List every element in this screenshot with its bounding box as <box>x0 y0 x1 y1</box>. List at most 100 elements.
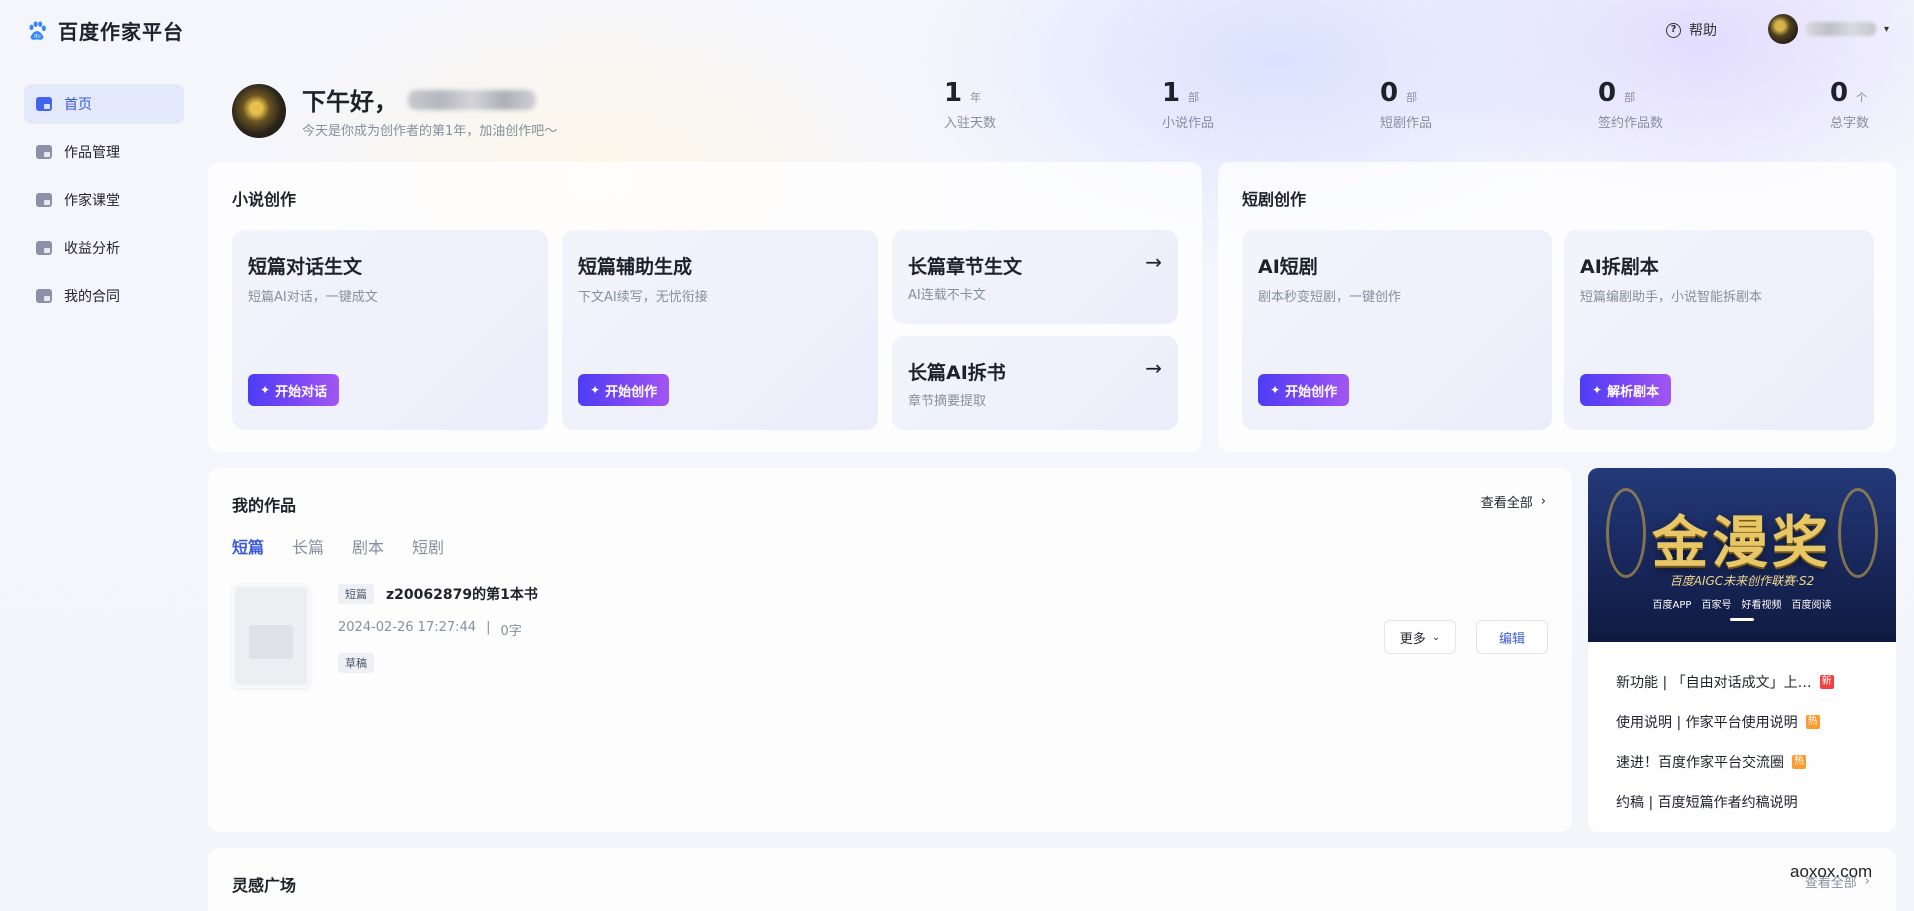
arrow-right-icon: → <box>1145 356 1162 380</box>
card-short-dialogue[interactable]: 短篇对话生文 短篇AI对话，一键成文 ✦ 开始对话 <box>232 230 548 430</box>
avatar <box>1768 14 1798 44</box>
novel-creation-panel: 小说创作 短篇对话生文 短篇AI对话，一键成文 ✦ 开始对话 短篇辅助生成 下文… <box>208 162 1202 452</box>
panel-title: 短剧创作 <box>1242 190 1307 209</box>
button-label: 开始创作 <box>1285 384 1338 400</box>
sidebar-item-income[interactable]: 收益分析 <box>24 228 184 268</box>
arrow-right-icon: → <box>1145 250 1162 274</box>
image-placeholder-icon <box>249 625 293 659</box>
promo-banner[interactable]: 金漫奖 百度AIGC未来创作联赛·S2 百度APP 百家号 好看视频 百度阅读 <box>1588 468 1896 642</box>
drama-creation-panel: 短剧创作 AI短剧 剧本秒变短剧，一键创作 ✦ 开始创作 AI拆剧本 短篇编剧助… <box>1218 162 1896 452</box>
money-bag-icon <box>36 241 52 255</box>
stat-dramas: 0部 短剧作品 <box>1380 78 1432 131</box>
news-item[interactable]: 速进！百度作家平台交流圈 热 <box>1616 752 1806 772</box>
start-create-button[interactable]: ✦ 开始创作 <box>578 374 670 406</box>
banner-title: 金漫奖 <box>1652 510 1832 576</box>
card-desc: 短篇编剧助手，小说智能拆剧本 <box>1580 290 1763 305</box>
tab-drama[interactable]: 短剧 <box>412 534 444 558</box>
my-works-panel: 我的作品 查看全部 › 短篇 长篇 剧本 短剧 短篇 z20062879的第1本… <box>208 468 1572 832</box>
works-tabs: 短篇 长篇 剧本 短剧 <box>232 534 444 558</box>
new-badge: 新 <box>1819 675 1834 689</box>
card-title: 短篇对话生文 <box>248 256 363 278</box>
parse-script-button[interactable]: ✦ 解析剧本 <box>1580 374 1672 406</box>
carousel-indicator[interactable] <box>1730 618 1754 621</box>
card-title: 长篇AI拆书 <box>908 362 1006 384</box>
tab-long[interactable]: 长篇 <box>292 534 324 558</box>
stat-value: 0 <box>1830 78 1849 108</box>
sidebar-item-label: 作品管理 <box>64 145 120 161</box>
edit-button[interactable]: 编辑 <box>1476 620 1548 654</box>
stat-value: 1 <box>944 78 963 108</box>
work-meta: 2024-02-26 17:27:44 | 0字 <box>338 620 522 639</box>
more-button[interactable]: 更多 ⌄ <box>1384 620 1456 654</box>
work-type-tag: 短篇 <box>338 584 374 604</box>
card-long-split[interactable]: 长篇AI拆书 章节摘要提取 → <box>892 336 1178 430</box>
sidebar-item-classroom[interactable]: 作家课堂 <box>24 180 184 220</box>
card-title: AI拆剧本 <box>1580 256 1659 278</box>
card-long-chapter[interactable]: 长篇章节生文 AI连载不卡文 → <box>892 230 1178 324</box>
status-badge: 草稿 <box>338 653 374 673</box>
username-blurred <box>408 89 536 110</box>
sidebar-item-home[interactable]: 首页 <box>24 84 184 124</box>
stat-words: 0个 总字数 <box>1830 78 1869 131</box>
stat-value: 0 <box>1598 78 1617 108</box>
book-cover[interactable] <box>232 584 310 688</box>
brand-logo[interactable]: du 百度作家平台 <box>26 16 184 45</box>
button-label: 开始对话 <box>275 384 328 400</box>
chevron-down-icon: ⌄ <box>1431 631 1441 643</box>
stat-unit: 个 <box>1856 91 1868 104</box>
work-words: 0字 <box>500 624 522 639</box>
more-label: 更多 <box>1399 631 1426 647</box>
news-item[interactable]: 使用说明 | 作家平台使用说明 热 <box>1616 712 1820 732</box>
card-desc: 章节摘要提取 <box>908 394 987 409</box>
start-dialogue-button[interactable]: ✦ 开始对话 <box>248 374 340 406</box>
news-item[interactable]: 新功能 | 「自由对话成文」上… 新 <box>1616 672 1834 692</box>
sparkle-icon: ✦ <box>590 383 601 397</box>
stat-unit: 年 <box>970 91 982 104</box>
sidebar-item-label: 作家课堂 <box>64 193 120 209</box>
question-icon: ? <box>1666 22 1681 38</box>
stat-label: 总字数 <box>1830 116 1870 131</box>
card-ai-script[interactable]: AI拆剧本 短篇编剧助手，小说智能拆剧本 ✦ 解析剧本 <box>1564 230 1874 430</box>
document-icon <box>36 145 52 159</box>
sidebar-item-label: 我的合同 <box>64 289 120 305</box>
classroom-icon <box>36 193 52 207</box>
panel-title: 灵感广场 <box>232 876 297 895</box>
stat-signed: 0部 签约作品数 <box>1598 78 1663 131</box>
profile-avatar[interactable] <box>232 84 286 138</box>
username-blurred <box>1806 22 1876 36</box>
card-ai-drama[interactable]: AI短剧 剧本秒变短剧，一键创作 ✦ 开始创作 <box>1242 230 1552 430</box>
news-item[interactable]: 约稿 | 百度短篇作者约稿说明 <box>1616 792 1798 812</box>
stat-label: 短剧作品 <box>1380 116 1433 131</box>
contract-icon <box>36 289 52 303</box>
stat-label: 签约作品数 <box>1598 116 1664 131</box>
tab-script[interactable]: 剧本 <box>352 534 384 558</box>
news-text: 速进！百度作家平台交流圈 <box>1616 755 1784 771</box>
partner-logo: 好看视频 <box>1741 600 1782 611</box>
stat-novels: 1部 小说作品 <box>1162 78 1214 131</box>
user-menu[interactable]: ▾ <box>1768 14 1889 44</box>
card-desc: AI连载不卡文 <box>908 288 986 303</box>
sidebar-item-works[interactable]: 作品管理 <box>24 132 184 172</box>
svg-text:du: du <box>34 33 41 39</box>
sparkle-icon: ✦ <box>260 383 271 397</box>
button-label: 解析剧本 <box>1607 384 1660 400</box>
work-date: 2024-02-26 17:27:44 <box>338 620 477 635</box>
card-short-assist[interactable]: 短篇辅助生成 下文AI续写，无忧衔接 ✦ 开始创作 <box>562 230 878 430</box>
work-status-row: 草稿 <box>338 652 374 673</box>
banner-partner-logos: 百度APP 百家号 好看视频 百度阅读 <box>1588 596 1896 611</box>
panel-title: 小说创作 <box>232 190 297 209</box>
start-drama-button[interactable]: ✦ 开始创作 <box>1258 374 1350 406</box>
partner-logo: 百度APP <box>1652 600 1692 611</box>
app-name: 百度作家平台 <box>58 20 184 44</box>
edit-label: 编辑 <box>1498 631 1525 647</box>
divider: | <box>486 620 491 635</box>
card-title: 长篇章节生文 <box>908 256 1023 278</box>
work-name[interactable]: z20062879的第1本书 <box>386 584 538 604</box>
stat-value: 0 <box>1380 78 1399 108</box>
sparkle-icon: ✦ <box>1592 383 1603 397</box>
sidebar-item-contract[interactable]: 我的合同 <box>24 276 184 316</box>
help-button[interactable]: ? 帮助 <box>1666 20 1717 40</box>
card-desc: 剧本秒变短剧，一键创作 <box>1258 290 1402 305</box>
view-all-link[interactable]: 查看全部 › <box>1481 492 1546 511</box>
tab-short[interactable]: 短篇 <box>232 534 264 558</box>
